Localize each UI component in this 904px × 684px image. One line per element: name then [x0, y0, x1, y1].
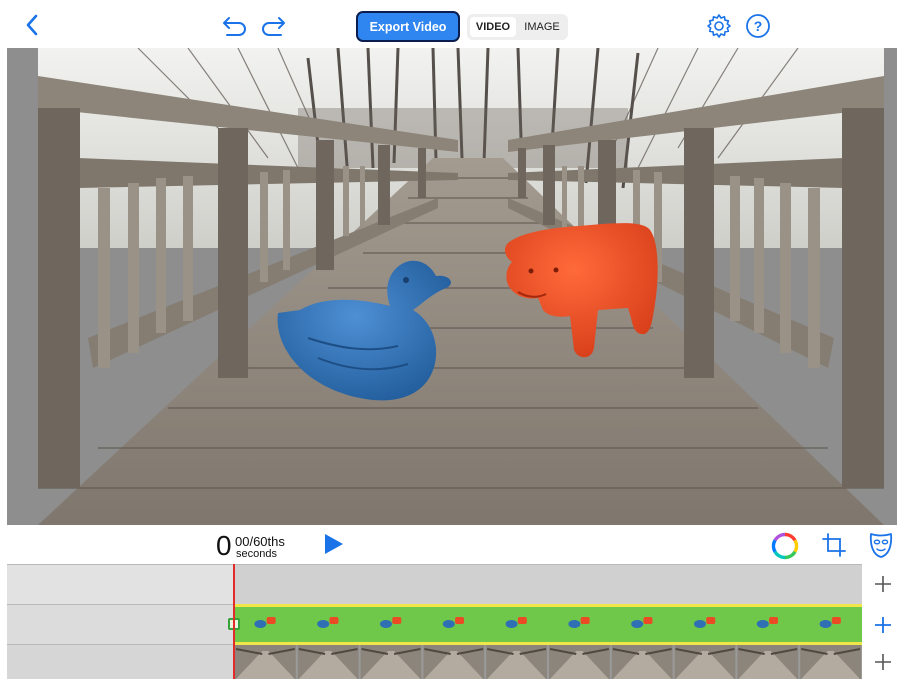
thumb-duck	[631, 620, 644, 628]
thumb-horse	[517, 617, 527, 624]
timeline-track-empty[interactable]	[7, 564, 862, 604]
color-wheel-icon[interactable]	[770, 531, 800, 561]
video-preview-canvas[interactable]	[38, 48, 884, 525]
thumb-horse	[329, 617, 339, 624]
export-video-button[interactable]: Export Video	[356, 11, 460, 42]
track-header	[7, 565, 234, 604]
thumb-horse	[580, 617, 590, 624]
thumb-duck	[693, 620, 706, 628]
thumb-duck	[254, 620, 267, 628]
thumb-duck	[379, 620, 392, 628]
playhead[interactable]	[233, 564, 235, 679]
thumb-horse	[392, 617, 402, 624]
thumb-duck	[756, 620, 769, 628]
background-clip[interactable]	[234, 645, 862, 679]
time-fraction: 00/60ths	[235, 534, 285, 549]
thumb-horse	[266, 617, 276, 624]
thumb-duck	[819, 620, 832, 628]
play-icon[interactable]	[323, 532, 345, 556]
redo-icon[interactable]	[258, 12, 288, 40]
thumb-duck	[317, 620, 330, 628]
time-seconds-whole: 0	[216, 530, 232, 561]
time-readout: 0 00/60ths seconds	[216, 531, 306, 561]
time-unit-label: seconds	[236, 548, 277, 560]
thumb-duck	[442, 620, 455, 628]
thumb-horse	[643, 617, 653, 624]
help-question-icon[interactable]: ?	[744, 12, 772, 40]
add-track-button[interactable]	[862, 604, 904, 645]
objects-clip[interactable]	[234, 604, 862, 645]
mask-icon[interactable]	[867, 530, 895, 560]
thumb-horse	[831, 617, 841, 624]
mode-image-segment[interactable]: IMAGE	[518, 17, 566, 37]
thumb-duck	[568, 620, 581, 628]
settings-gear-icon[interactable]	[704, 11, 734, 41]
undo-icon[interactable]	[220, 12, 250, 40]
thumb-duck	[505, 620, 518, 628]
thumb-horse	[455, 617, 465, 624]
svg-text:?: ?	[754, 18, 763, 34]
mode-video-segment[interactable]: VIDEO	[470, 17, 516, 37]
crop-icon[interactable]	[819, 530, 849, 560]
thumb-horse	[706, 617, 716, 624]
thumb-horse	[769, 617, 779, 624]
add-track-button[interactable]	[862, 564, 904, 604]
add-track-button[interactable]	[862, 645, 904, 679]
back-chevron-icon[interactable]	[18, 10, 46, 40]
